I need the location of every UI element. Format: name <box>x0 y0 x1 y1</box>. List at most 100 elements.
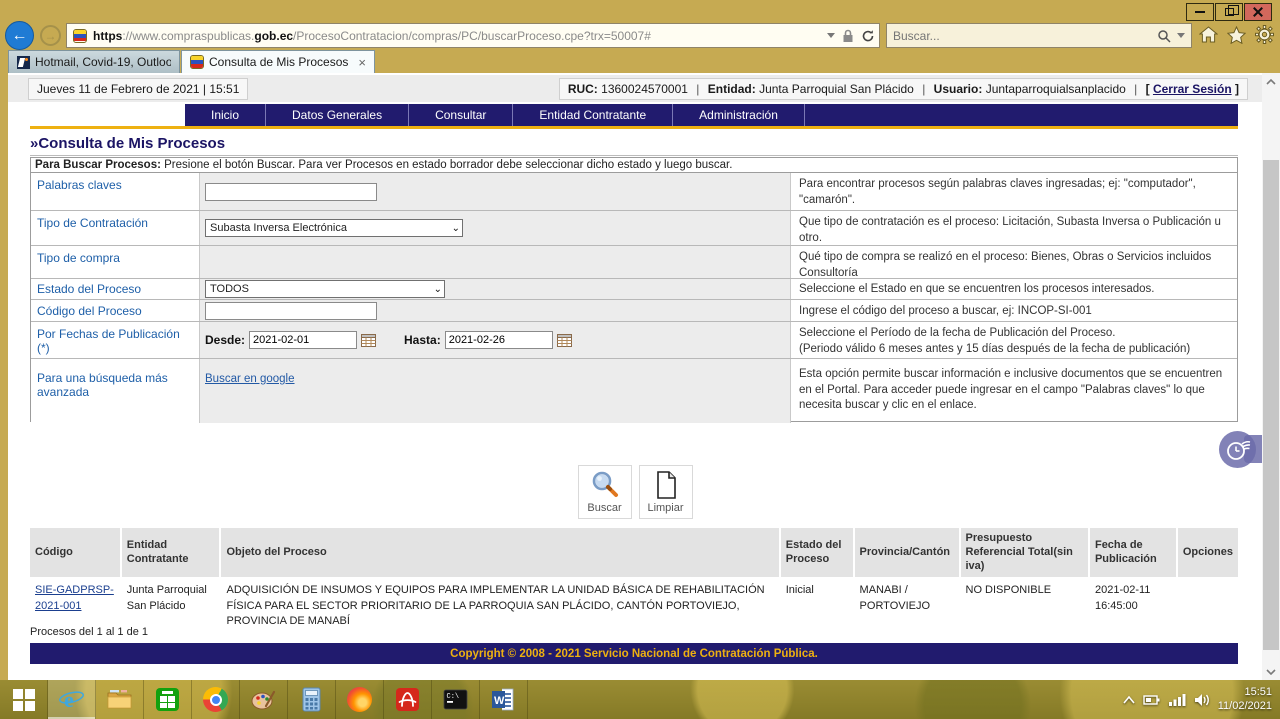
codigo-label: Código del Proceso <box>31 300 199 321</box>
close-icon <box>1253 7 1263 17</box>
entidad-label: Entidad: <box>708 82 756 96</box>
hidden-icons-chevron[interactable] <box>1123 696 1135 704</box>
tipo-contratacion-select[interactable]: Subasta Inversa Electrónica ⌄ <box>205 219 463 237</box>
svg-text:C:\: C:\ <box>447 693 460 701</box>
avanzada-label: Para una búsqueda más avanzada <box>31 359 199 423</box>
refresh-icon[interactable] <box>861 29 875 43</box>
web-page: Jueves 11 de Febrero de 2021 | 15:51 RUC… <box>8 73 1262 680</box>
copyright-text: Copyright © 2008 - 2021 Servicio Naciona… <box>450 648 818 660</box>
winged-clock-icon <box>1225 437 1251 463</box>
form-row-estado: Estado del Proceso TODOS ⌄ Seleccione el… <box>31 279 1237 300</box>
taskbar-calculator[interactable] <box>288 680 336 719</box>
time-helper-button[interactable] <box>1219 431 1256 468</box>
form-row-tipo-compra: Tipo de compra Qué tipo de compra se rea… <box>31 246 1237 279</box>
command-prompt-icon: C:\ <box>442 686 469 713</box>
palabras-input[interactable] <box>205 183 377 201</box>
window-controls <box>1185 3 1272 21</box>
taskbar-chrome[interactable] <box>192 680 240 719</box>
taskbar-internet-explorer[interactable]: e <box>48 680 96 719</box>
ruc-label: RUC: <box>568 82 598 96</box>
process-code-link[interactable]: SIE-GADPRSP-2021-001 <box>35 584 114 611</box>
minimize-button[interactable] <box>1186 3 1214 21</box>
tab-hotmail[interactable]: Hotmail, Covid-19, Outlook, N... <box>8 50 180 73</box>
nav-administracion[interactable]: Administración <box>673 104 805 126</box>
form-row-fechas: Por Fechas de Publicación (*) Desde: Has… <box>31 322 1237 359</box>
fecha-desde-input[interactable] <box>249 331 357 349</box>
tipo-contratacion-desc: Que tipo de contratación es el proceso: … <box>791 211 1237 245</box>
back-button[interactable]: ← <box>5 21 34 50</box>
logout-link[interactable]: Cerrar Sesión <box>1153 82 1232 96</box>
nav-entidad-contratante[interactable]: Entidad Contratante <box>513 104 673 126</box>
tipo-compra-label: Tipo de compra <box>31 246 199 278</box>
nav-inicio[interactable]: Inicio <box>185 104 266 126</box>
scroll-up-arrow[interactable] <box>1262 73 1280 90</box>
usuario-label: Usuario: <box>934 82 983 96</box>
google-search-link[interactable]: Buscar en google <box>205 373 295 385</box>
tipo-contratacion-label: Tipo de Contratación <box>31 211 199 245</box>
cell-fecha: 2021-02-11 16:45:00 <box>1090 579 1176 633</box>
taskbar-microsoft-store[interactable] <box>144 680 192 719</box>
palabras-label: Palabras claves <box>31 173 199 210</box>
buscar-button[interactable]: Buscar <box>578 465 632 519</box>
close-button[interactable] <box>1244 3 1272 21</box>
acrobat-icon <box>394 686 421 713</box>
scrollbar-thumb[interactable] <box>1263 160 1279 650</box>
tab-label: Consulta de Mis Procesos <box>209 55 352 69</box>
col-opciones: Opciones <box>1178 528 1238 577</box>
tab-consulta-procesos[interactable]: Consulta de Mis Procesos × <box>181 50 375 73</box>
search-box[interactable] <box>886 23 1192 48</box>
browser-toolbar: ← → https://www.compraspublicas.gob.ec/P… <box>0 20 1280 50</box>
network-signal-icon[interactable] <box>1169 693 1186 706</box>
entidad-value: Junta Parroquial San Plácido <box>759 82 914 96</box>
taskbar-word[interactable]: W <box>480 680 528 719</box>
fecha-hasta-input[interactable] <box>445 331 553 349</box>
tab-close-icon[interactable]: × <box>358 55 366 70</box>
select-caret-icon: ⌄ <box>452 223 460 234</box>
col-fecha: Fecha de Publicación <box>1090 528 1176 577</box>
restore-button[interactable] <box>1215 3 1243 21</box>
taskbar: e <box>0 680 1280 719</box>
taskbar-clock[interactable]: 15:51 11/02/2021 <box>1218 686 1272 714</box>
home-icon[interactable] <box>1199 26 1218 43</box>
cell-opciones <box>1178 579 1238 633</box>
taskbar-command-prompt[interactable]: C:\ <box>432 680 480 719</box>
form-row-palabras: Palabras claves Para encontrar procesos … <box>31 173 1237 211</box>
estado-select[interactable]: TODOS ⌄ <box>205 280 445 298</box>
search-dropdown-icon[interactable] <box>1177 33 1185 38</box>
taskbar-firefox[interactable] <box>336 680 384 719</box>
address-bar[interactable]: https://www.compraspublicas.gob.ec/Proce… <box>66 23 880 48</box>
nav-datos-generales[interactable]: Datos Generales <box>266 104 409 126</box>
favorites-star-icon[interactable] <box>1227 26 1246 44</box>
codigo-input[interactable] <box>205 302 377 320</box>
taskbar-acrobat[interactable] <box>384 680 432 719</box>
clock-date: 11/02/2021 <box>1218 700 1272 714</box>
forward-arrow-icon: → <box>45 30 57 42</box>
svg-text:W: W <box>494 695 505 707</box>
nav-consultar[interactable]: Consultar <box>409 104 513 126</box>
estado-label: Estado del Proceso <box>31 279 199 299</box>
limpiar-button[interactable]: Limpiar <box>639 465 693 519</box>
search-input[interactable] <box>893 29 1157 43</box>
taskbar-paint[interactable] <box>240 680 288 719</box>
vertical-scrollbar[interactable] <box>1262 73 1280 680</box>
taskbar-file-explorer[interactable] <box>96 680 144 719</box>
calendar-icon[interactable] <box>557 334 572 347</box>
battery-icon[interactable] <box>1143 693 1161 707</box>
forward-button[interactable]: → <box>40 25 61 46</box>
calendar-icon[interactable] <box>361 334 376 347</box>
tab-bar: Hotmail, Covid-19, Outlook, N... Consult… <box>0 50 1280 73</box>
desde-label: Desde: <box>205 333 245 347</box>
cell-presupuesto: NO DISPONIBLE <box>961 579 1088 633</box>
search-icon[interactable] <box>1157 29 1171 43</box>
settings-gear-icon[interactable] <box>1255 25 1274 44</box>
paint-icon <box>250 686 277 713</box>
codigo-desc: Ingrese el código del proceso a buscar, … <box>791 300 1237 321</box>
url-dropdown-icon[interactable] <box>827 33 835 38</box>
scroll-down-arrow[interactable] <box>1262 663 1280 680</box>
windows-logo-icon <box>13 689 35 711</box>
start-button[interactable] <box>0 680 48 719</box>
results-header-row: Código Entidad Contratante Objeto del Pr… <box>30 528 1238 577</box>
avanzada-desc: Esta opción permite buscar información e… <box>791 359 1237 423</box>
cell-estado: Inicial <box>781 579 853 633</box>
volume-icon[interactable] <box>1194 693 1210 707</box>
